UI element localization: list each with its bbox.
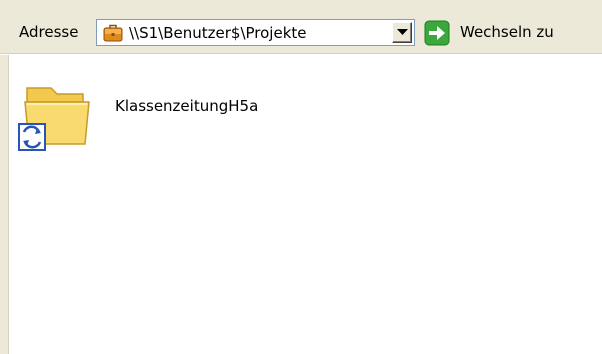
- address-label: Adresse: [19, 23, 79, 41]
- pane-divider[interactable]: [0, 55, 9, 354]
- chevron-down-icon: [397, 29, 408, 35]
- address-dropdown-button[interactable]: [392, 22, 412, 43]
- address-toolbar: Adresse \\S1\Benutzer$\Projekte Wechseln…: [0, 0, 602, 54]
- address-input[interactable]: \\S1\Benutzer$\Projekte: [129, 23, 307, 43]
- green-arrow-right-icon: [424, 20, 450, 46]
- folder-item-label: KlassenzeitungH5a: [115, 97, 259, 115]
- go-button-label: Wechseln zu: [460, 23, 554, 41]
- address-combobox[interactable]: \\S1\Benutzer$\Projekte: [96, 19, 415, 46]
- go-button[interactable]: Wechseln zu: [422, 18, 598, 48]
- briefcase-icon: [102, 22, 124, 44]
- folder-item[interactable]: KlassenzeitungH5a: [17, 76, 317, 156]
- sync-folder-icon: [17, 76, 97, 154]
